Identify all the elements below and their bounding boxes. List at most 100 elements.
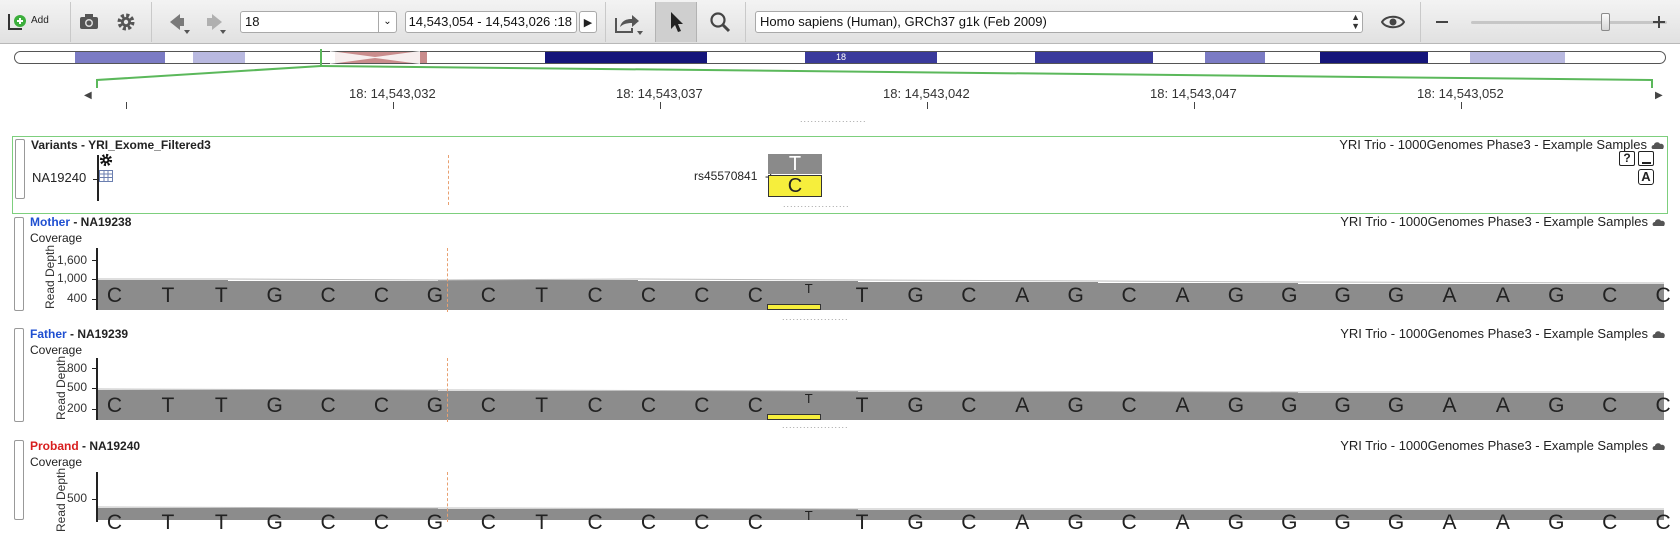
sequence-base: A (1495, 284, 1510, 307)
sequence-base: A (1495, 394, 1510, 417)
sequence-base: G (1281, 394, 1298, 417)
sequence-base: A (1015, 284, 1030, 307)
sequence-base: G (1281, 284, 1298, 307)
variants-track[interactable]: Variants - YRI_Exome_Filtered3 YRI Trio … (12, 136, 1668, 214)
y-tick: 400 (66, 291, 87, 305)
sequence-base: A (1495, 511, 1510, 534)
sequence-base: A (1442, 511, 1457, 534)
track-source: YRI Trio - 1000Genomes Phase3 - Example … (1340, 438, 1648, 453)
sequence-base: A (1442, 284, 1457, 307)
forward-arrow-icon[interactable] (202, 10, 228, 36)
sequence-base: C (1602, 284, 1618, 307)
ruler-tick (927, 102, 928, 109)
sequence-base: A (1442, 394, 1457, 417)
track-title: Proband - NA19240 (30, 439, 140, 453)
eye-icon[interactable] (1380, 12, 1406, 32)
sequence-base: T (804, 391, 813, 406)
zoom-in-icon[interactable] (1651, 15, 1667, 29)
ref-allele-box[interactable]: T (768, 154, 822, 174)
pan-right-icon[interactable]: ▶ (1655, 90, 1663, 101)
chevron-down-icon[interactable]: ⌄ (378, 12, 396, 32)
sequence-base: G (1227, 284, 1245, 307)
resize-handle[interactable]: ................... (782, 312, 849, 322)
zoom-out-icon[interactable] (1434, 15, 1450, 29)
share-icon[interactable] (612, 10, 644, 38)
coverage-label: Coverage (30, 231, 83, 245)
y-tick: 500 (66, 380, 87, 394)
track-grip-handle[interactable] (15, 139, 25, 199)
zoom-slider-track[interactable] (1471, 21, 1667, 24)
sequence-base: T (804, 508, 813, 523)
cloud-icon (1652, 328, 1666, 342)
resize-handle[interactable]: ................... (800, 114, 867, 124)
y-tick-mark (92, 279, 96, 280)
proband-coverage-track[interactable]: Proband - NA19240 YRI Trio - 1000Genomes… (12, 438, 1671, 534)
sequence-base: C (480, 511, 496, 534)
track-sample: - NA19239 (66, 327, 129, 341)
variant-highlight (767, 304, 821, 310)
sequence-base: C (1121, 394, 1137, 417)
toolbar-divider (605, 2, 606, 42)
ruler-tick (1194, 102, 1195, 109)
resize-handle[interactable]: ................... (783, 199, 850, 209)
variant-id-label: rs45570841 (694, 169, 758, 183)
ruler-tick-label: 18: 14,543,047 (1150, 86, 1237, 101)
sequence-base: G (1387, 511, 1405, 534)
zoom-magnifier-icon[interactable] (708, 10, 732, 34)
pan-left-icon[interactable]: ◀ (84, 90, 92, 101)
toolbar-divider (1420, 2, 1421, 42)
y-tick-mark (92, 388, 96, 389)
table-icon[interactable] (99, 170, 113, 185)
alt-allele-box[interactable]: C (768, 175, 822, 197)
cloud-icon (1652, 216, 1666, 230)
sequence-base: T (214, 511, 228, 534)
toolbar-divider (151, 2, 152, 42)
sequence-base: C (1655, 511, 1671, 534)
sequence-base: T (855, 284, 869, 307)
sequence-base: C (961, 511, 977, 534)
go-button[interactable]: ▶ (579, 11, 597, 33)
ruler-tick (1461, 102, 1462, 109)
track-grip-handle[interactable] (14, 217, 24, 311)
sequence-base: G (1227, 511, 1245, 534)
track-role: Mother (30, 215, 70, 229)
add-label[interactable]: Add (31, 15, 49, 26)
genome-select[interactable]: Homo sapiens (Human), GRCh37 g1k (Feb 20… (755, 11, 1363, 33)
track-grip-handle[interactable] (14, 440, 24, 520)
sequence-base: T (214, 284, 228, 307)
ruler-tick (126, 102, 127, 109)
coverage-label: Coverage (30, 343, 83, 357)
add-track-icon[interactable] (6, 11, 30, 33)
toolbar: Add 18 ⌄ 18: 14,543,026 - 14,543,054 ▶ H… (0, 0, 1680, 44)
resize-handle[interactable]: ................... (782, 420, 849, 430)
sequence-base: C (694, 394, 710, 417)
sequence-base: G (266, 511, 283, 534)
zoom-slider-thumb[interactable] (1601, 13, 1610, 31)
y-tick-mark (92, 368, 96, 369)
father-coverage-track[interactable]: Father - NA19239 YRI Trio - 1000Genomes … (12, 326, 1671, 430)
y-tick: 1,600 (56, 253, 87, 267)
track-grip-handle[interactable] (14, 328, 24, 422)
sequence-base: G (1387, 394, 1405, 417)
chromosome-select[interactable]: 18 ⌄ (240, 11, 397, 33)
ruler-tick-label: 18: 14,543,032 (349, 86, 436, 101)
ruler-tick-label: 18: 14,543,037 (616, 86, 703, 101)
locus-input[interactable]: 18: 14,543,026 - 14,543,054 (405, 11, 577, 33)
collapse-button[interactable] (1638, 151, 1654, 166)
settings-gear-icon[interactable] (99, 153, 113, 170)
sequence-base: C (320, 284, 336, 307)
select-arrows-icon: ▲ ▼ (1351, 12, 1360, 31)
help-button[interactable]: ? (1619, 151, 1635, 166)
track-sample: - NA19240 (78, 439, 141, 453)
sequence-base: C (373, 394, 390, 417)
y-tick: 800 (66, 361, 87, 375)
annotation-toggle-button[interactable]: A (1638, 169, 1654, 185)
camera-icon[interactable] (78, 11, 100, 33)
mother-coverage-track[interactable]: Mother - NA19238 YRI Trio - 1000Genomes … (12, 214, 1671, 322)
gear-icon[interactable] (115, 11, 137, 33)
sequence-base: C (1602, 394, 1618, 417)
pointer-tool-button[interactable] (655, 2, 697, 42)
back-arrow-icon[interactable] (166, 10, 192, 36)
track-title: Father - NA19239 (30, 327, 128, 341)
sequence-base: C (694, 284, 710, 307)
